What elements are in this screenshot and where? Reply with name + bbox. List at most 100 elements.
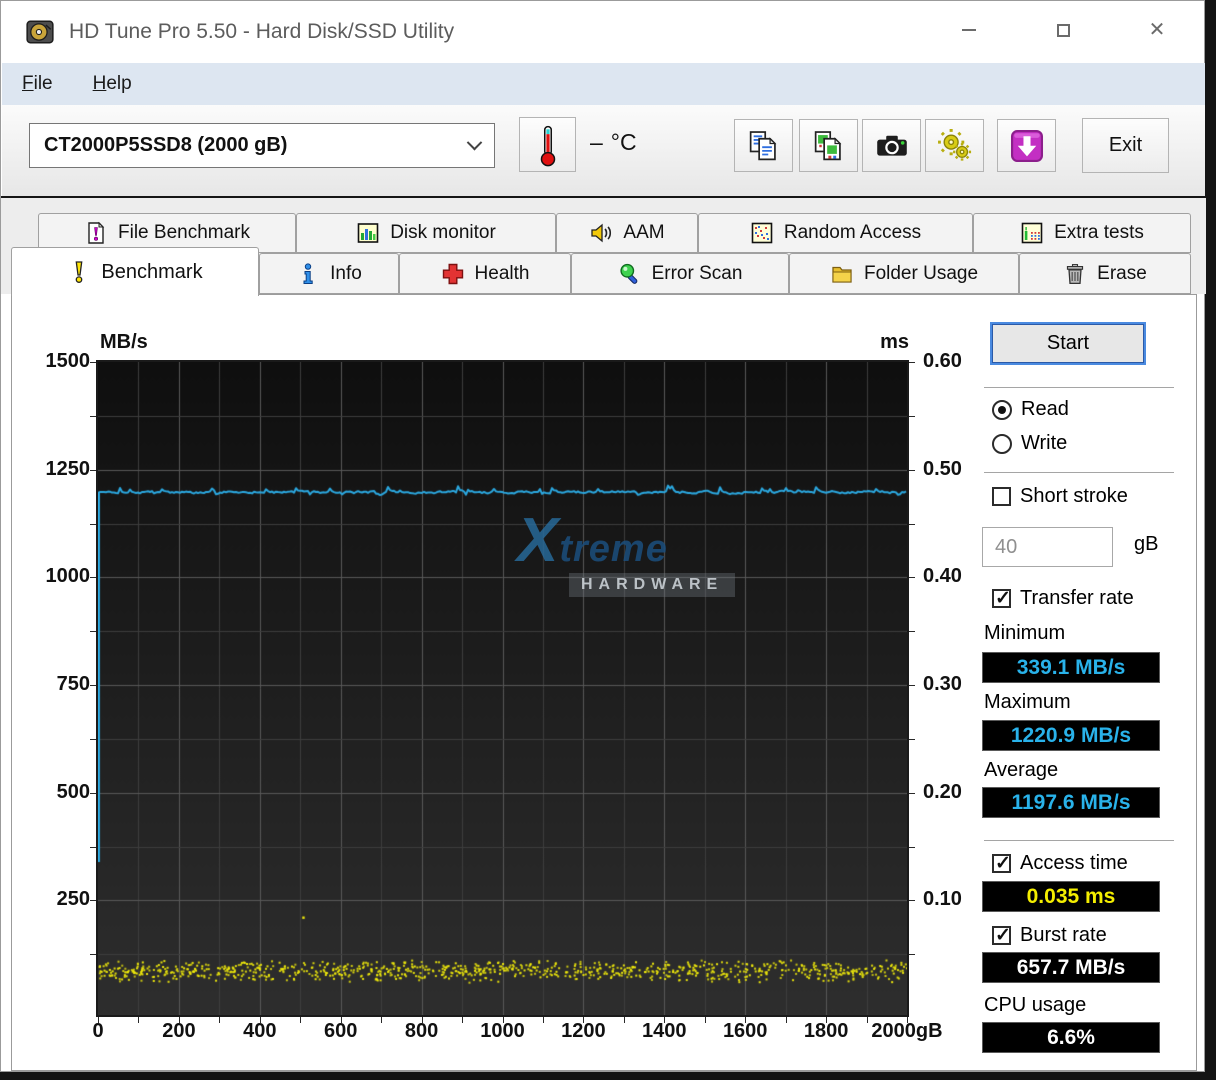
- write-option[interactable]: Write: [992, 432, 1067, 455]
- panel-divider: [984, 840, 1174, 841]
- temperature-button[interactable]: [519, 117, 576, 172]
- titlebar: HD Tune Pro 5.50 - Hard Disk/SSD Utility…: [1, 1, 1204, 63]
- transfer-rate-checkbox[interactable]: [992, 587, 1011, 610]
- window-controls: ✕: [922, 1, 1204, 59]
- y-left-tick-label: 1000: [45, 565, 91, 588]
- tab-disk-monitor[interactable]: Disk monitor: [296, 213, 556, 253]
- y-left-tick-label: 750: [56, 673, 90, 695]
- y-right-tick-label: 0.10: [923, 888, 962, 911]
- burst-rate-option[interactable]: Burst rate: [992, 924, 1107, 947]
- cpu-usage-value: 6.6%: [982, 1022, 1160, 1053]
- health-cross-icon: [441, 262, 465, 286]
- capacity-unit-label: gB: [1134, 533, 1159, 555]
- camera-icon: [876, 135, 907, 156]
- x-axis-tick: [219, 1017, 221, 1023]
- menu-file[interactable]: File: [2, 63, 73, 105]
- x-axis-tick: [138, 1017, 140, 1023]
- access-time-value: 0.035 ms: [982, 881, 1160, 912]
- tabstrip: File Benchmark Disk monitor AAM Random A…: [1, 198, 1206, 296]
- write-radio[interactable]: [992, 433, 1012, 454]
- x-axis-tick: [826, 1017, 828, 1023]
- tab-info[interactable]: Info: [259, 253, 399, 294]
- tab-extra-tests[interactable]: Extra tests: [973, 213, 1191, 253]
- y-right-tick: [909, 362, 915, 363]
- menu-help[interactable]: Help: [73, 63, 152, 105]
- start-button[interactable]: Start: [990, 322, 1146, 365]
- y-right-tick: [909, 792, 915, 794]
- tab-aam[interactable]: AAM: [556, 213, 698, 253]
- tab-folder-usage[interactable]: Folder Usage: [789, 253, 1019, 294]
- drive-select[interactable]: CT2000P5SSD8 (2000 gB): [29, 123, 495, 168]
- tab-random-access[interactable]: Random Access: [698, 213, 973, 253]
- read-option[interactable]: Read: [992, 398, 1069, 421]
- access-time-option[interactable]: Access time: [992, 852, 1128, 875]
- y-right-tick-label: 0.40: [923, 565, 962, 588]
- copy-text-button[interactable]: [734, 119, 793, 172]
- x-axis-tick: [259, 1017, 261, 1023]
- y-right-tick: [909, 738, 915, 740]
- screenshot-button[interactable]: [862, 119, 921, 172]
- options-button[interactable]: [925, 119, 984, 172]
- y-right-tick-label: 0.50: [923, 457, 962, 480]
- x-axis-tick: [866, 1017, 868, 1023]
- x-axis-tick: [340, 1017, 342, 1023]
- y-right-axis-title: ms: [880, 331, 909, 353]
- minimize-button[interactable]: [922, 1, 1016, 59]
- y-right-tick: [909, 846, 915, 848]
- x-axis-tick: [623, 1017, 625, 1023]
- panel-divider: [984, 387, 1174, 388]
- y-left-tick-label: 250: [56, 888, 90, 911]
- y-left-axis-title: MB/s: [100, 331, 148, 353]
- x-axis-tick-label: 400: [243, 1020, 277, 1042]
- toolbar: CT2000P5SSD8 (2000 gB) – °C Exit: [2, 105, 1205, 196]
- copy-image-icon: [814, 130, 841, 160]
- exit-button[interactable]: Exit: [1082, 118, 1169, 173]
- copy-image-button[interactable]: [799, 119, 858, 172]
- temperature-value: –: [590, 129, 603, 155]
- access-time-checkbox[interactable]: [992, 852, 1011, 875]
- capacity-input[interactable]: [983, 528, 1216, 566]
- file-benchmark-icon: [84, 221, 108, 245]
- y-right-tick: [909, 577, 915, 579]
- drive-select-value: CT2000P5SSD8 (2000 gB): [44, 134, 288, 156]
- download-arrow-icon: [1010, 129, 1043, 162]
- transfer-rate-option[interactable]: Transfer rate: [992, 587, 1134, 610]
- trash-icon: [1063, 262, 1087, 286]
- y-right-tick: [909, 954, 915, 956]
- x-axis-tick-label: 600: [324, 1020, 358, 1042]
- y-right-tick: [909, 523, 915, 525]
- x-axis-tick: [745, 1017, 747, 1023]
- x-axis-tick: [785, 1017, 787, 1023]
- info-icon: [296, 262, 320, 286]
- thermometer-icon: [540, 125, 555, 166]
- x-axis-tick: [542, 1017, 544, 1023]
- x-axis-tick: [907, 1017, 908, 1023]
- copy-text-icon: [749, 130, 776, 160]
- cpu-usage-label: CPU usage: [984, 994, 1087, 1016]
- x-axis-tick: [381, 1017, 383, 1023]
- read-radio[interactable]: [992, 399, 1012, 420]
- maximum-label: Maximum: [984, 691, 1071, 713]
- burst-rate-checkbox[interactable]: [992, 924, 1011, 947]
- close-button[interactable]: ✕: [1110, 1, 1204, 59]
- tab-erase[interactable]: Erase: [1019, 253, 1191, 294]
- tab-benchmark[interactable]: Benchmark: [11, 247, 259, 296]
- y-right-tick: [909, 631, 915, 633]
- burst-rate-value: 657.7 MB/s: [982, 952, 1160, 983]
- chevron-down-icon: [466, 134, 483, 151]
- tab-health[interactable]: Health: [399, 253, 571, 294]
- download-button[interactable]: [997, 119, 1056, 172]
- short-stroke-option[interactable]: Short stroke: [992, 485, 1128, 508]
- y-right-tick: [909, 415, 915, 417]
- x-axis-tick-label: 1800: [803, 1020, 849, 1042]
- close-icon: ✕: [1148, 19, 1166, 41]
- tab-error-scan[interactable]: Error Scan: [571, 253, 789, 294]
- minimize-icon: [962, 29, 976, 31]
- maximize-button[interactable]: [1016, 1, 1110, 59]
- minimum-label: Minimum: [984, 622, 1066, 644]
- y-right-tick-label: 0.30: [923, 673, 962, 695]
- y-right-tick-label: 0.60: [923, 350, 962, 372]
- short-stroke-checkbox[interactable]: [992, 487, 1011, 506]
- y-right-tick: [909, 900, 915, 902]
- hd-tune-window: HD Tune Pro 5.50 - Hard Disk/SSD Utility…: [0, 0, 1216, 1072]
